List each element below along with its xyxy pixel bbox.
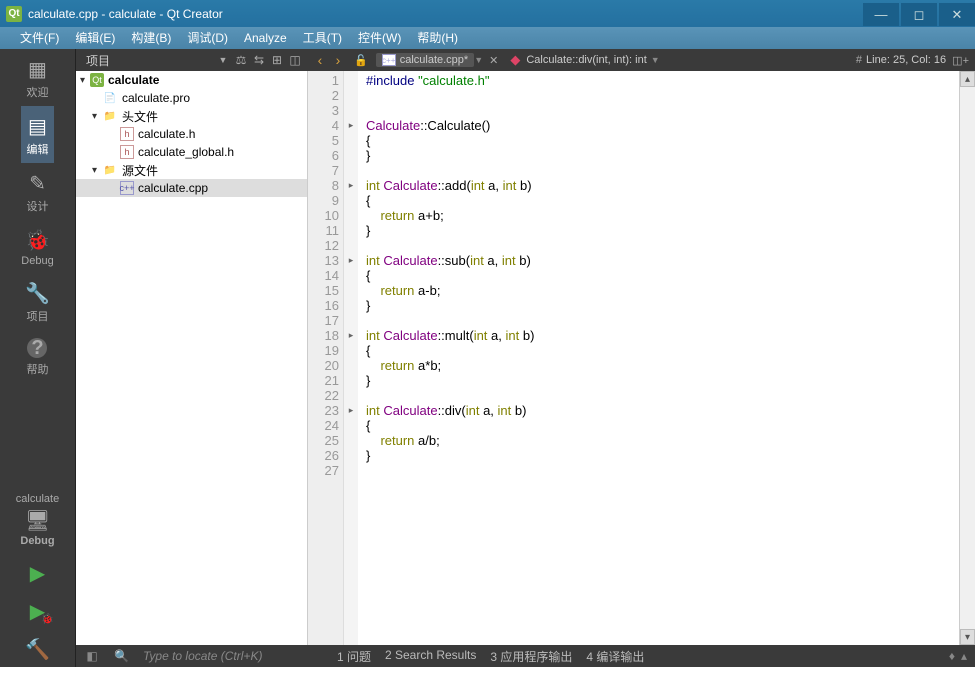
- qt-project-icon: Qt: [90, 73, 104, 87]
- nav-back-button[interactable]: ‹: [312, 52, 328, 68]
- menu-item[interactable]: 工具(T): [295, 27, 350, 49]
- wrench-icon: 🔧: [25, 281, 49, 305]
- tree-header-file[interactable]: hcalculate.h: [76, 125, 307, 143]
- scroll-up-button[interactable]: ▴: [960, 71, 975, 87]
- monitor-icon: 🖥: [26, 508, 50, 532]
- fold-gutter[interactable]: ▸▸▸▸▸: [344, 71, 358, 645]
- tree-root[interactable]: ▾Qtcalculate: [76, 71, 307, 89]
- project-panel-header: 项目 ▼ ⚖ ⇆ ⊞ ◫: [76, 49, 308, 71]
- run-button[interactable]: ▶: [0, 553, 75, 591]
- status-bar: ◧ 🔍 Type to locate (Ctrl+K) 1 问题 2 Search…: [76, 645, 975, 667]
- menu-bar: 文件(F)编辑(E)构建(B)调试(D)Analyze工具(T)控件(W)帮助(…: [0, 27, 975, 49]
- maximize-button[interactable]: ◻: [901, 3, 937, 26]
- output-more-button[interactable]: ♦: [949, 649, 955, 663]
- qt-icon: Qt: [6, 6, 22, 22]
- bug-icon: 🐞: [25, 228, 49, 252]
- file-selector[interactable]: c++ calculate.cpp*: [376, 53, 475, 67]
- target-name: calculate: [16, 493, 59, 505]
- menu-item[interactable]: 构建(B): [123, 27, 179, 49]
- build-button[interactable]: 🔨: [0, 629, 75, 667]
- window-controls: — ◻ ✕: [861, 1, 975, 26]
- file-name: calculate.cpp*: [400, 54, 469, 66]
- close-file-button[interactable]: ✕: [489, 54, 498, 67]
- tree-sources-folder[interactable]: ▾📁源文件: [76, 161, 307, 179]
- output-tab[interactable]: 2 Search Results: [385, 648, 476, 665]
- minimize-button[interactable]: —: [863, 3, 899, 26]
- symbol-selector[interactable]: Calculate::div(int, int): int: [526, 54, 646, 66]
- menu-item[interactable]: 编辑(E): [67, 27, 123, 49]
- cursor-position: Line: 25, Col: 16: [866, 54, 952, 66]
- close-button[interactable]: ✕: [939, 3, 975, 26]
- mode-design[interactable]: ✎设计: [21, 163, 53, 220]
- run-debug-button[interactable]: ▶🐞: [0, 591, 75, 629]
- target-selector[interactable]: calculate 🖥 Debug: [0, 485, 75, 553]
- editor-toolbar: ‹ › 🔓 c++ calculate.cpp* ▼ ✕ ◆ Calculate…: [308, 49, 975, 71]
- target-config: Debug: [20, 535, 54, 547]
- output-tab[interactable]: 1 问题: [337, 648, 371, 665]
- split-editor-button[interactable]: ◫+: [952, 54, 969, 67]
- locator-input[interactable]: Type to locate (Ctrl+K): [143, 649, 323, 663]
- folder-icon: 📁: [102, 163, 118, 177]
- code-editor[interactable]: 1234567891011121314151617181920212223242…: [308, 71, 975, 645]
- symbol-dropdown-icon[interactable]: ▼: [651, 55, 660, 65]
- tree-headers-folder[interactable]: ▾📁头文件: [76, 107, 307, 125]
- menu-item[interactable]: 文件(F): [12, 27, 67, 49]
- tree-header-file[interactable]: hcalculate_global.h: [76, 143, 307, 161]
- h-file-icon: h: [120, 145, 134, 159]
- menu-item[interactable]: 帮助(H): [409, 27, 466, 49]
- menu-item[interactable]: Analyze: [236, 27, 295, 49]
- bookmark-icon[interactable]: ◆: [510, 52, 520, 68]
- dropdown-icon[interactable]: ▼: [216, 53, 230, 67]
- menu-item[interactable]: 控件(W): [350, 27, 409, 49]
- pencil-icon: ✎: [25, 171, 49, 195]
- window-title: calculate.cpp - calculate - Qt Creator: [28, 7, 861, 21]
- help-icon: ?: [27, 338, 47, 358]
- toggle-sidebar-button[interactable]: ◧: [84, 649, 100, 663]
- link-icon[interactable]: ⇆: [252, 53, 266, 67]
- mode-welcome[interactable]: ▦欢迎: [21, 49, 53, 106]
- nav-forward-button[interactable]: ›: [330, 52, 346, 68]
- grid-icon: ▦: [25, 57, 49, 81]
- cpp-file-icon: c++: [120, 181, 134, 195]
- tree-pro-file[interactable]: 📄calculate.pro: [76, 89, 307, 107]
- tree-source-file[interactable]: c++calculate.cpp: [76, 179, 307, 197]
- lock-icon[interactable]: 🔓: [354, 54, 368, 67]
- menu-item[interactable]: 调试(D): [179, 27, 236, 49]
- output-tab[interactable]: 3 应用程序输出: [490, 648, 572, 665]
- mode-rail: ▦欢迎▤编辑✎设计🐞Debug🔧项目?帮助 calculate 🖥 Debug …: [0, 49, 76, 667]
- output-close-button[interactable]: ▴: [961, 649, 967, 663]
- cpp-file-icon: c++: [382, 54, 396, 66]
- filter-icon[interactable]: ⚖: [234, 53, 248, 67]
- mode-help[interactable]: ?帮助: [21, 330, 53, 383]
- mode-editor[interactable]: ▤编辑: [21, 106, 53, 163]
- line-number-gutter[interactable]: 1234567891011121314151617181920212223242…: [308, 71, 344, 645]
- scroll-down-button[interactable]: ▾: [960, 629, 975, 645]
- output-tab[interactable]: 4 编译输出: [586, 648, 644, 665]
- vertical-scrollbar[interactable]: ▴ ▾: [959, 71, 975, 645]
- pound-icon[interactable]: #: [856, 54, 862, 66]
- folder-icon: 📁: [102, 109, 118, 123]
- project-panel-title: 项目: [82, 52, 110, 69]
- h-file-icon: h: [120, 127, 134, 141]
- project-tree[interactable]: ▾Qtcalculate 📄calculate.pro ▾📁头文件 hcalcu…: [76, 71, 308, 645]
- code-area[interactable]: #include "calculate.h" Calculate::Calcul…: [358, 71, 959, 645]
- mode-debug[interactable]: 🐞Debug: [21, 220, 53, 273]
- doc-icon: ▤: [25, 114, 49, 138]
- mode-project[interactable]: 🔧项目: [21, 273, 53, 330]
- pro-file-icon: 📄: [102, 91, 118, 105]
- search-icon: 🔍: [114, 649, 129, 663]
- add-icon[interactable]: ⊞: [270, 53, 284, 67]
- title-bar: Qt calculate.cpp - calculate - Qt Creato…: [0, 0, 975, 27]
- file-dropdown-icon[interactable]: ▼: [474, 55, 483, 65]
- split-icon[interactable]: ◫: [288, 53, 302, 67]
